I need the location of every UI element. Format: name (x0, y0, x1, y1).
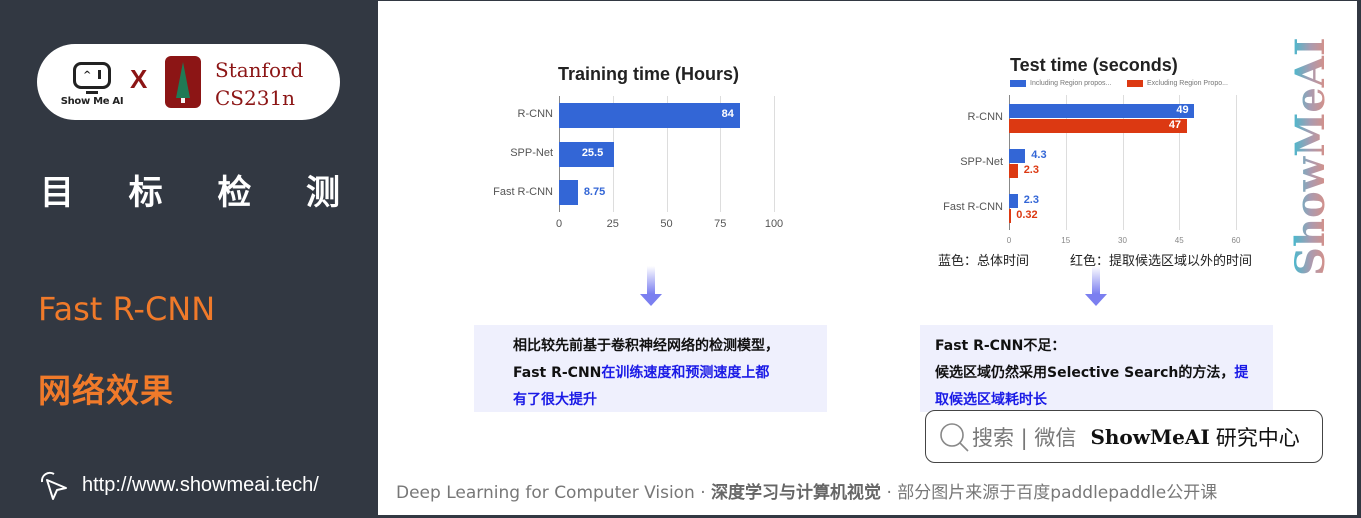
footer-course-cn: 深度学习与计算机视觉 (711, 483, 882, 503)
cursor-click-icon (40, 471, 67, 500)
legend-item: Excluding Region Propo... (1127, 80, 1228, 87)
showmeai-logo-icon: ^ (73, 62, 111, 89)
x-tick-label: 75 (714, 218, 727, 230)
frame-border (1357, 0, 1361, 518)
callout-improvement: 相比较先前基于卷积神经网络的检测模型， Fast R-CNN在训练速度和预测速度… (474, 325, 827, 412)
showmeai-logo: ^ Show Me AI (59, 58, 124, 110)
footer-source: 部分图片来源于百度paddlepaddle公开课 (897, 483, 1218, 503)
bar-data-label: 84 (721, 108, 734, 121)
bar-data-label: 25.5 (581, 147, 604, 159)
x-tick-label: 100 (764, 218, 784, 230)
svg-text:ShowMeAI: ShowMeAI (1290, 38, 1330, 276)
legend-label: Including Region propos... (1030, 80, 1112, 87)
sidebar: ^ Show Me AI X Stanford CS231n 目 标 检 测 F… (0, 0, 378, 518)
x-tick-label: 50 (660, 218, 673, 230)
down-arrow-icon (640, 266, 662, 306)
x-tick-label: 0 (555, 218, 563, 230)
subsection-title: 网络效果 (38, 371, 174, 410)
chart-title: Test time (seconds) (1010, 55, 1178, 75)
bar-data-label: 49 (1176, 103, 1189, 116)
stanford-logo-icon (165, 56, 201, 108)
stanford-label: Stanford (215, 58, 304, 82)
callout-line: 有了很大提升 (513, 392, 597, 408)
y-category-label: Fast R-CNN (493, 185, 553, 198)
search-icon (940, 422, 969, 452)
footer-course-en: Deep Learning for Computer Vision (396, 483, 695, 503)
search-brand-suffix: 研究中心 (1215, 425, 1300, 450)
course-code-label: CS231n (215, 86, 296, 110)
wechat-search-badge: 搜索 | 微信 ShowMeAI 研究中心 (925, 410, 1323, 463)
footer: Deep Learning for Computer Vision · 深度学习… (396, 483, 1218, 503)
y-category-label: SPP-Net (960, 155, 1003, 168)
legend-swatch (1010, 80, 1026, 87)
stanford-course-label: Stanford CS231n (215, 56, 303, 112)
legend-label: Excluding Region Propo... (1147, 80, 1228, 87)
bar (559, 180, 578, 206)
bar (1009, 163, 1018, 178)
y-category-label: SPP-Net (510, 147, 553, 159)
bar (559, 102, 740, 128)
bar (1009, 148, 1026, 163)
callout-line: 候选区域仍然采用Selective Search的方法，提 (935, 365, 1249, 381)
y-category-label: Fast R-CNN (943, 200, 1003, 213)
topic-char: 检 (217, 173, 252, 213)
y-category-label: R-CNN (517, 108, 553, 121)
gridline (1236, 95, 1237, 230)
website-url[interactable]: http://www.showmeai.tech/ (82, 474, 319, 497)
showmeai-logo-text: Show Me AI (60, 96, 124, 107)
chart-title: Training time (Hours) (558, 64, 740, 84)
bar-data-label: 2.3 (1023, 163, 1039, 176)
bar-data-label: 2.3 (1023, 193, 1039, 206)
callout-line: Fast R-CNN在训练速度和预测速度上都 (513, 365, 770, 381)
topic-title: 目 标 检 测 (40, 165, 340, 214)
x-tick-label: 0 (1006, 236, 1012, 245)
x-tick-label: 15 (1061, 236, 1071, 245)
section-title: Fast R-CNN (38, 290, 216, 328)
y-category-label: R-CNN (967, 110, 1003, 123)
note-blue: 蓝色：总体时间 (938, 254, 1030, 269)
callout-line: 相比较先前基于卷积神经网络的检测模型， (513, 338, 779, 354)
bar-data-label: 47 (1168, 118, 1182, 131)
website-link[interactable]: http://www.showmeai.tech/ (36, 468, 319, 502)
callout-line: Fast R-CNN不足： (935, 338, 1066, 354)
topic-char: 测 (305, 173, 340, 213)
gridline (774, 96, 775, 212)
bar (1009, 103, 1195, 118)
x-tick-label: 45 (1174, 236, 1184, 245)
legend-swatch (1127, 80, 1143, 87)
x-tick-label: 30 (1118, 236, 1127, 245)
topic-char: 目 (40, 173, 74, 213)
topic-char: 标 (128, 173, 163, 213)
callout-limitation: Fast R-CNN不足： 候选区域仍然采用Selective Search的方… (920, 325, 1273, 412)
cross-mark: X (130, 64, 148, 94)
bar-data-label: 4.3 (1031, 148, 1047, 161)
x-tick-label: 25 (606, 218, 619, 230)
bar-data-label: 8.75 (583, 185, 606, 198)
bar (1009, 193, 1018, 208)
logo-banner: ^ Show Me AI X Stanford CS231n (37, 44, 340, 120)
bar-data-label: 0.32 (1016, 208, 1038, 221)
down-arrow-icon (1085, 266, 1107, 306)
bar (1009, 208, 1011, 223)
bar (1009, 118, 1187, 133)
legend-item: Including Region propos... (1010, 80, 1111, 87)
search-brand: ShowMeAI (1090, 424, 1210, 449)
search-hint: 搜索 | 微信 (972, 425, 1077, 450)
showmeai-watermark: ShowMeAI (1290, 38, 1330, 276)
x-tick-label: 60 (1231, 236, 1241, 245)
